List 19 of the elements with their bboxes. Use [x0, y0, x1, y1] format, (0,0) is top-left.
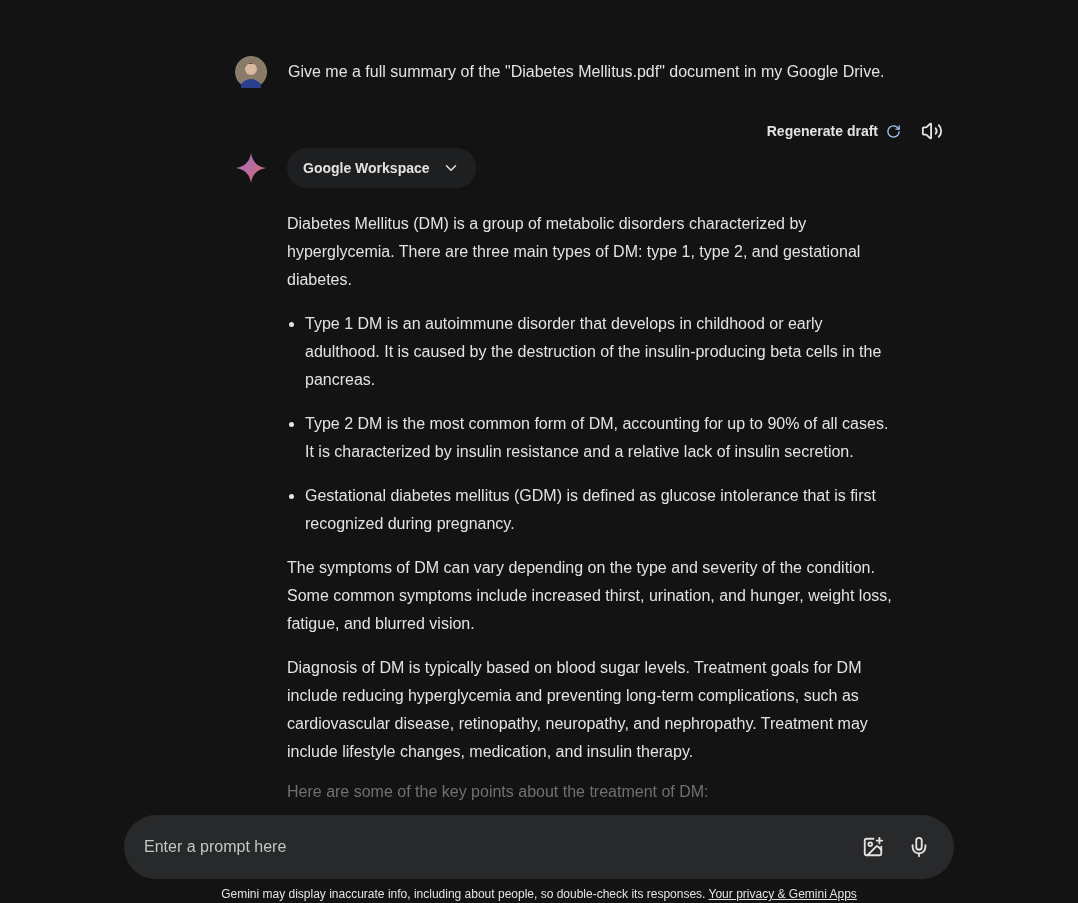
user-prompt: Give me a full summary of the "Diabetes Mellitus.pdf" document in my Google Drive. [288, 62, 885, 82]
response-paragraph: Diagnosis of DM is typically based on blood sugar levels. Treatment goals for DM include reducing hyperglycemia and preventing long-term complications, such as cardiovascular disease, retinopathy, neuropathy, and nephropathy. Treatment may include lifestyle changes, medication, and insulin therapy. [287, 658, 869, 762]
user-avatar [235, 56, 267, 88]
add-image-icon[interactable] [862, 836, 884, 858]
privacy-link[interactable]: Your privacy & Gemini Apps [708, 887, 857, 901]
bullet-text: Gestational diabetes mellitus (GDM) is defined as glucose intolerance that is first recognized during pregnancy. [305, 486, 877, 534]
response-paragraph: Here are some of the key points about the treatment of DM: [287, 782, 710, 802]
disclaimer-text: Gemini may display inaccurate info, including about people, so double-check its responses. Your privacy & Gemini Apps [221, 887, 857, 901]
speaker-icon[interactable] [921, 120, 943, 142]
bullet-text: Type 2 DM is the most common form of DM, accounting for up to 90% of all cases. It is characterized by insulin resistance and a relative lack of insulin secretion. [305, 414, 890, 462]
source-chip[interactable]: Google Workspace [287, 148, 476, 188]
regenerate-draft-button[interactable]: Regenerate draft [766, 120, 901, 142]
sparkle-icon [235, 152, 267, 184]
refresh-icon [886, 123, 901, 139]
bullet-text: Type 1 DM is an autoimmune disorder that develops in childhood or early adulthood. It is caused by the destruction of the insulin-producing beta cells in the pancreas. [305, 314, 883, 390]
prompt-field[interactable]: Enter a prompt here [144, 835, 862, 859]
response-paragraph: Diabetes Mellitus (DM) is a group of metabolic disorders characterized by hyperglycemia. There are three main types of DM: type 1, type 2, and gestational diabetes. [287, 214, 862, 290]
response-paragraph: The symptoms of DM can vary depending on the type and severity of the condition. Some common symptoms include increased thirst, urination, and hunger, weight loss, fatigue, and blurred vision. [287, 558, 893, 634]
prompt-bar[interactable]: Enter a prompt here [124, 815, 954, 879]
